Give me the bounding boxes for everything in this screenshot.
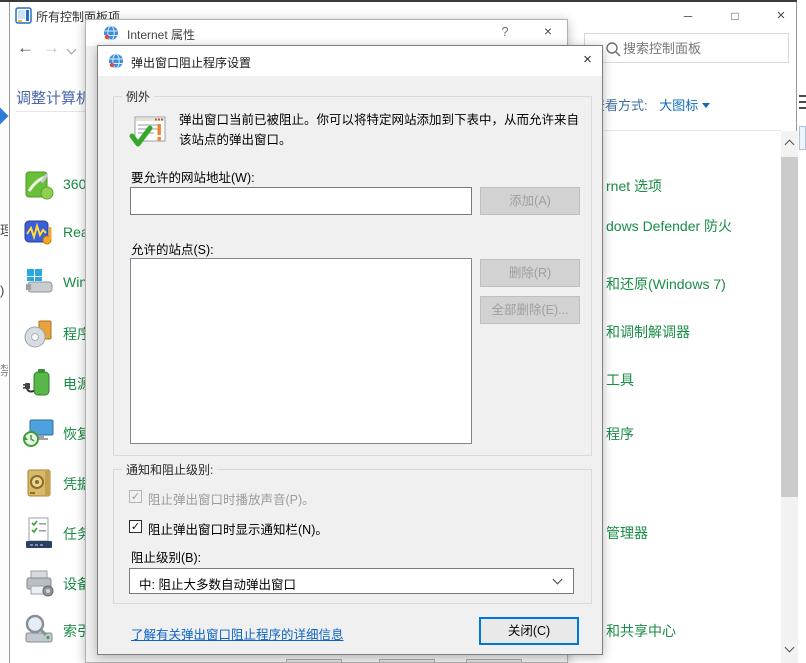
learn-more-link[interactable]: 了解有关弹出窗口阻止程序的详细信息 <box>131 624 344 643</box>
recovery-icon[interactable] <box>21 415 57 451</box>
item-label[interactable]: rnet 选项 <box>606 176 662 196</box>
scroll-down-icon[interactable] <box>785 643 795 653</box>
maximize-button[interactable]: □ <box>720 2 750 30</box>
popup-blocker-settings-dialog: 弹出窗口阻止程序设置 × 例外 弹出窗口当前已被阻止。你可以将特定网站添加到下表… <box>97 45 603 655</box>
search-box[interactable] <box>584 33 789 63</box>
scrollbar[interactable] <box>781 131 798 663</box>
play-sound-checkbox: ✓ <box>129 490 142 503</box>
description-line-1: 弹出窗口当前已被阻止。你可以将特定网站添加到下表中，从而允许来自 <box>179 110 579 130</box>
screen-edge-sliver <box>798 2 806 663</box>
allowed-sites-listbox[interactable] <box>130 258 472 444</box>
clipped-text: ) <box>0 283 8 298</box>
360-security-icon[interactable] <box>21 167 57 203</box>
forward-icon: → <box>43 38 60 58</box>
item-label[interactable]: 工具 <box>606 370 634 390</box>
close-dialog-button[interactable]: 关闭(C) <box>479 617 579 645</box>
clipped-text: 禁 <box>0 360 8 379</box>
dialog-title-bar[interactable]: 弹出窗口阻止程序设置 × <box>98 46 602 76</box>
blocking-level-dropdown[interactable]: 中: 阻止大多数自动弹出窗口 <box>129 568 574 594</box>
ok-button-clipped[interactable] <box>286 659 342 663</box>
blocking-level-value: 中: 阻止大多数自动弹出窗口 <box>139 574 296 593</box>
view-by-value-link[interactable]: 大图标 <box>659 98 698 113</box>
play-sound-label: 阻止弹出窗口时播放声音(P)。 <box>148 489 315 508</box>
credential-safe-icon[interactable] <box>21 465 57 501</box>
task-scheduler-icon[interactable] <box>21 515 57 551</box>
divider <box>16 111 86 112</box>
close-button[interactable]: × <box>766 2 796 30</box>
item-label[interactable]: 和共享中心 <box>606 621 676 641</box>
chevron-down-icon <box>553 575 563 585</box>
show-notification-bar-checkbox[interactable]: ✓ <box>129 520 142 533</box>
item-label[interactable]: 和还原(Windows 7) <box>606 274 726 294</box>
show-notification-bar-label: 阻止弹出窗口时显示通知栏(N)。 <box>148 519 328 538</box>
help-button[interactable]: ? <box>491 24 519 44</box>
item-label[interactable]: 程序 <box>606 424 634 444</box>
add-button: 添加(A) <box>480 187 580 215</box>
blocking-level-label: 阻止级别(B): <box>131 547 201 566</box>
devices-printer-icon[interactable] <box>21 565 57 601</box>
divider <box>604 130 781 131</box>
internet-options-icon <box>103 25 119 41</box>
address-input[interactable] <box>130 187 472 215</box>
scroll-up-icon[interactable] <box>785 140 795 150</box>
dialog-title-bar[interactable]: Internet 属性 ? × <box>86 20 567 46</box>
item-label[interactable]: dows Defender 防火 <box>606 216 732 236</box>
exceptions-group-label: 例外 <box>122 88 154 105</box>
scrollbar-thumb[interactable] <box>781 157 798 497</box>
notifications-group-label: 通知和阻止级别: <box>122 461 217 478</box>
close-button[interactable]: × <box>571 46 603 76</box>
diamond-icon <box>0 108 8 125</box>
description-line-2: 该站点的弹出窗口。 <box>179 130 292 150</box>
popup-blocker-dialog-icon <box>108 53 124 69</box>
background-window-sliver: 理 ) 禁 <box>0 2 9 663</box>
indexing-search-icon[interactable] <box>21 612 57 648</box>
popup-blocked-icon <box>128 112 170 154</box>
remove-button: 删除(R) <box>480 259 580 287</box>
allowed-sites-label: 允许的站点(S): <box>131 239 214 258</box>
realtek-audio-icon[interactable] <box>21 215 57 251</box>
back-icon[interactable]: ← <box>17 38 34 58</box>
apply-button-clipped[interactable] <box>466 659 522 663</box>
remove-all-button: 全部删除(E)... <box>480 296 580 324</box>
page-title: 调整计算机 <box>16 87 86 107</box>
item-label[interactable]: 和调制解调器 <box>606 322 690 342</box>
windows-to-go-icon[interactable] <box>21 265 57 301</box>
chevron-down-icon[interactable] <box>67 45 77 55</box>
caret-down-icon[interactable] <box>702 103 710 108</box>
search-input[interactable] <box>623 38 783 58</box>
clipped-text: 理 <box>0 220 8 239</box>
power-battery-icon[interactable] <box>21 365 57 401</box>
minimize-button[interactable]: ─ <box>673 2 703 30</box>
address-label: 要允许的网站地址(W): <box>131 167 255 186</box>
search-icon <box>605 41 621 57</box>
dialog-title: Internet 属性 <box>127 26 195 43</box>
programs-cd-icon[interactable] <box>21 315 57 351</box>
item-label[interactable]: 管理器 <box>606 523 648 543</box>
screen: 理 ) 禁 所有控制面板项 ─ □ × ← → <box>0 0 806 663</box>
control-panel-icon <box>15 7 32 24</box>
view-by: 查看方式: 大图标 <box>592 95 710 114</box>
cancel-button-clipped[interactable] <box>379 659 435 663</box>
dialog-title: 弹出窗口阻止程序设置 <box>131 54 251 71</box>
close-button[interactable]: × <box>534 23 562 43</box>
